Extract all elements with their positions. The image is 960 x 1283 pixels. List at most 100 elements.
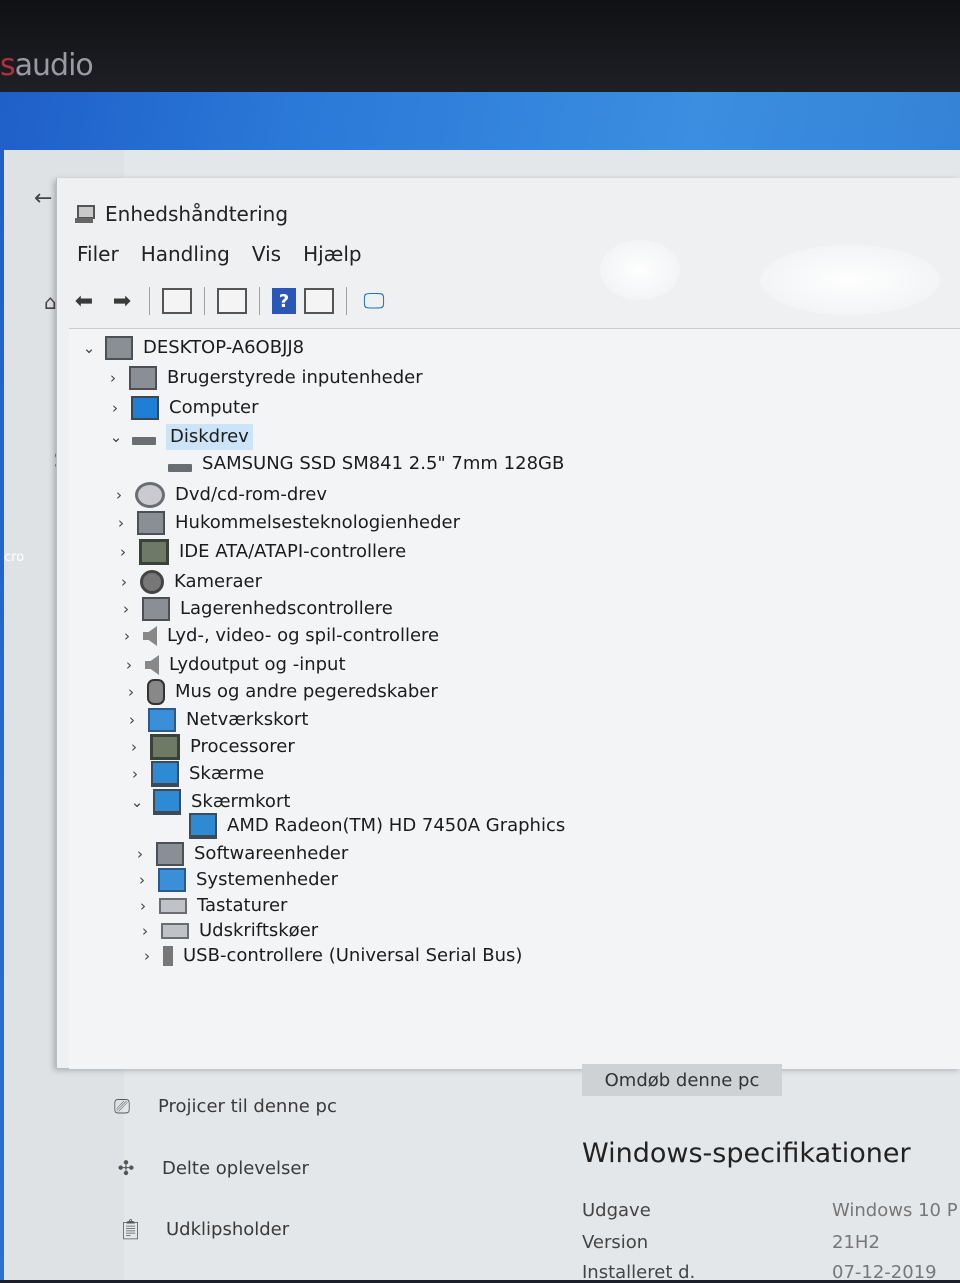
device-category[interactable]: › Dvd/cd-rom-drev xyxy=(111,482,327,508)
device-category[interactable]: › Processorer xyxy=(126,734,295,760)
chevron-down-icon[interactable]: ⌄ xyxy=(108,428,124,446)
menu-bar: Filer Handling Vis Hjælp xyxy=(77,242,362,266)
device-category[interactable]: › Softwareenheder xyxy=(132,841,348,867)
chevron-right-icon[interactable]: › xyxy=(139,947,155,965)
menu-view[interactable]: Vis xyxy=(252,242,281,266)
device-label: Computer xyxy=(169,397,259,418)
chevron-right-icon[interactable]: › xyxy=(113,514,129,532)
device-category[interactable]: › Udskriftskøer xyxy=(137,918,318,944)
device-category[interactable]: › IDE ATA/ATAPI-controllere xyxy=(115,539,406,565)
forward-arrow-icon[interactable]: ➡ xyxy=(107,287,137,315)
desktop-shortcut-label: cro xyxy=(4,550,25,565)
device-category[interactable]: › Netværkskort xyxy=(124,707,308,733)
mouse-icon xyxy=(147,679,165,705)
settings-item-shared[interactable]: ✣ Delte oplevelser xyxy=(114,1156,309,1180)
device-category[interactable]: › Systemenheder xyxy=(134,867,338,893)
chevron-right-icon[interactable]: › xyxy=(137,922,153,940)
menu-action[interactable]: Handling xyxy=(141,242,230,266)
disk-drive-icon xyxy=(132,437,156,445)
device-label: Dvd/cd-rom-drev xyxy=(175,484,328,505)
device-category[interactable]: › Lyd-, video- og spil-controllere xyxy=(119,623,439,649)
device-category[interactable]: › Lydoutput og -input xyxy=(121,652,346,678)
chevron-right-icon[interactable]: › xyxy=(127,765,143,783)
software-device-icon xyxy=(156,842,184,866)
scan-hardware-icon[interactable]: 🖵︎ xyxy=(359,287,389,315)
device-label: Diskdrev xyxy=(166,424,253,450)
tree-root[interactable]: ⌄ DESKTOP-A6OBJJ8 xyxy=(81,335,304,361)
window-title: Enhedshåndtering xyxy=(105,202,289,226)
project-icon: ⎚ xyxy=(114,1094,130,1118)
device-category[interactable]: › Tastaturer xyxy=(135,893,287,919)
device-category[interactable]: › Mus og andre pegeredskaber xyxy=(123,679,438,705)
device-category[interactable]: › Lagerenhedscontrollere xyxy=(118,596,393,622)
chevron-right-icon[interactable]: › xyxy=(134,871,150,889)
device-label: Brugerstyrede inputenheder xyxy=(167,367,423,388)
screen-glare xyxy=(760,245,940,315)
rename-pc-button[interactable]: Omdøb denne pc xyxy=(582,1064,782,1096)
device-category[interactable]: › USB-controllere (Universal Serial Bus) xyxy=(139,943,522,969)
device-label: Hukommelsesteknologienheder xyxy=(175,512,460,533)
settings-item-label: Projicer til denne pc xyxy=(158,1095,337,1117)
device-category[interactable]: ⌄ Skærmkort xyxy=(129,789,290,815)
device-manager-app-icon xyxy=(73,203,95,225)
properties-icon[interactable] xyxy=(162,287,192,315)
device-category[interactable]: › Skærme xyxy=(127,761,264,787)
chevron-right-icon[interactable]: › xyxy=(132,845,148,863)
clipboard-icon: 📋︎ xyxy=(118,1217,144,1241)
device-category[interactable]: › Kameraer xyxy=(116,569,262,595)
device-label: Lydoutput og -input xyxy=(169,654,346,675)
device-category[interactable]: › Hukommelsesteknologienheder xyxy=(113,510,460,536)
device-label: Skærme xyxy=(189,763,265,784)
device-category[interactable]: › Brugerstyrede inputenheder xyxy=(105,365,423,391)
monitor-icon xyxy=(151,761,179,787)
chevron-right-icon[interactable]: › xyxy=(118,600,134,618)
update-driver-icon[interactable] xyxy=(304,287,334,315)
usb-icon xyxy=(163,946,173,966)
chevron-right-icon[interactable]: › xyxy=(116,573,132,591)
chevron-right-icon[interactable]: › xyxy=(115,543,131,561)
disk-drive-icon xyxy=(168,464,192,472)
chevron-right-icon[interactable]: › xyxy=(126,738,142,756)
device-label: USB-controllere (Universal Serial Bus) xyxy=(183,945,523,966)
chevron-down-icon[interactable]: ⌄ xyxy=(129,793,145,811)
device-label: Skærmkort xyxy=(191,791,291,812)
chevron-down-icon[interactable]: ⌄ xyxy=(81,339,97,357)
chevron-right-icon[interactable]: › xyxy=(121,656,137,674)
display-adapter-icon xyxy=(153,789,181,815)
system-device-icon xyxy=(158,868,186,892)
device-item[interactable]: SAMSUNG SSD SM841 2.5" 7mm 128GB xyxy=(144,451,564,477)
device-label: Mus og andre pegeredskaber xyxy=(175,681,438,702)
tree-root-label: DESKTOP-A6OBJJ8 xyxy=(143,337,305,358)
monitor-brand-logo: saudio xyxy=(0,48,94,83)
device-category[interactable]: ⌄ Diskdrev xyxy=(108,424,253,450)
chevron-right-icon[interactable]: › xyxy=(111,486,127,504)
device-label: IDE ATA/ATAPI-controllere xyxy=(179,541,407,562)
chevron-right-icon[interactable]: › xyxy=(119,627,135,645)
chevron-right-icon[interactable]: › xyxy=(105,369,121,387)
settings-item-project[interactable]: ⎚ Projicer til denne pc xyxy=(110,1094,337,1118)
chevron-right-icon[interactable]: › xyxy=(107,399,123,417)
display-adapter-icon xyxy=(189,813,217,839)
back-arrow-icon[interactable]: ← xyxy=(34,186,52,211)
title-bar: Enhedshåndtering xyxy=(73,200,288,228)
device-item[interactable]: AMD Radeon(TM) HD 7450A Graphics xyxy=(165,813,565,839)
chevron-right-icon[interactable]: › xyxy=(124,711,140,729)
chevron-right-icon[interactable]: › xyxy=(135,897,151,915)
spec-key: Udgave xyxy=(582,1200,651,1221)
device-category[interactable]: › Computer xyxy=(107,395,258,421)
chevron-right-icon[interactable]: › xyxy=(123,683,139,701)
list-icon[interactable] xyxy=(217,287,247,315)
desktop-shortcut-icon[interactable]: cro xyxy=(4,510,26,570)
screen-glare xyxy=(600,240,680,300)
back-arrow-icon[interactable]: ⬅ xyxy=(69,287,99,315)
share-icon: ✣ xyxy=(117,1156,135,1180)
settings-item-label: Udklipsholder xyxy=(166,1218,290,1240)
home-icon[interactable]: ⌂ xyxy=(44,290,57,314)
hid-icon xyxy=(129,366,157,390)
toolbar-divider xyxy=(204,287,205,315)
camera-icon xyxy=(140,570,164,594)
settings-item-clipboard[interactable]: 📋︎ Udklipsholder xyxy=(118,1217,289,1241)
menu-file[interactable]: Filer xyxy=(77,242,119,266)
help-icon[interactable]: ? xyxy=(272,288,296,314)
menu-help[interactable]: Hjælp xyxy=(303,242,362,266)
